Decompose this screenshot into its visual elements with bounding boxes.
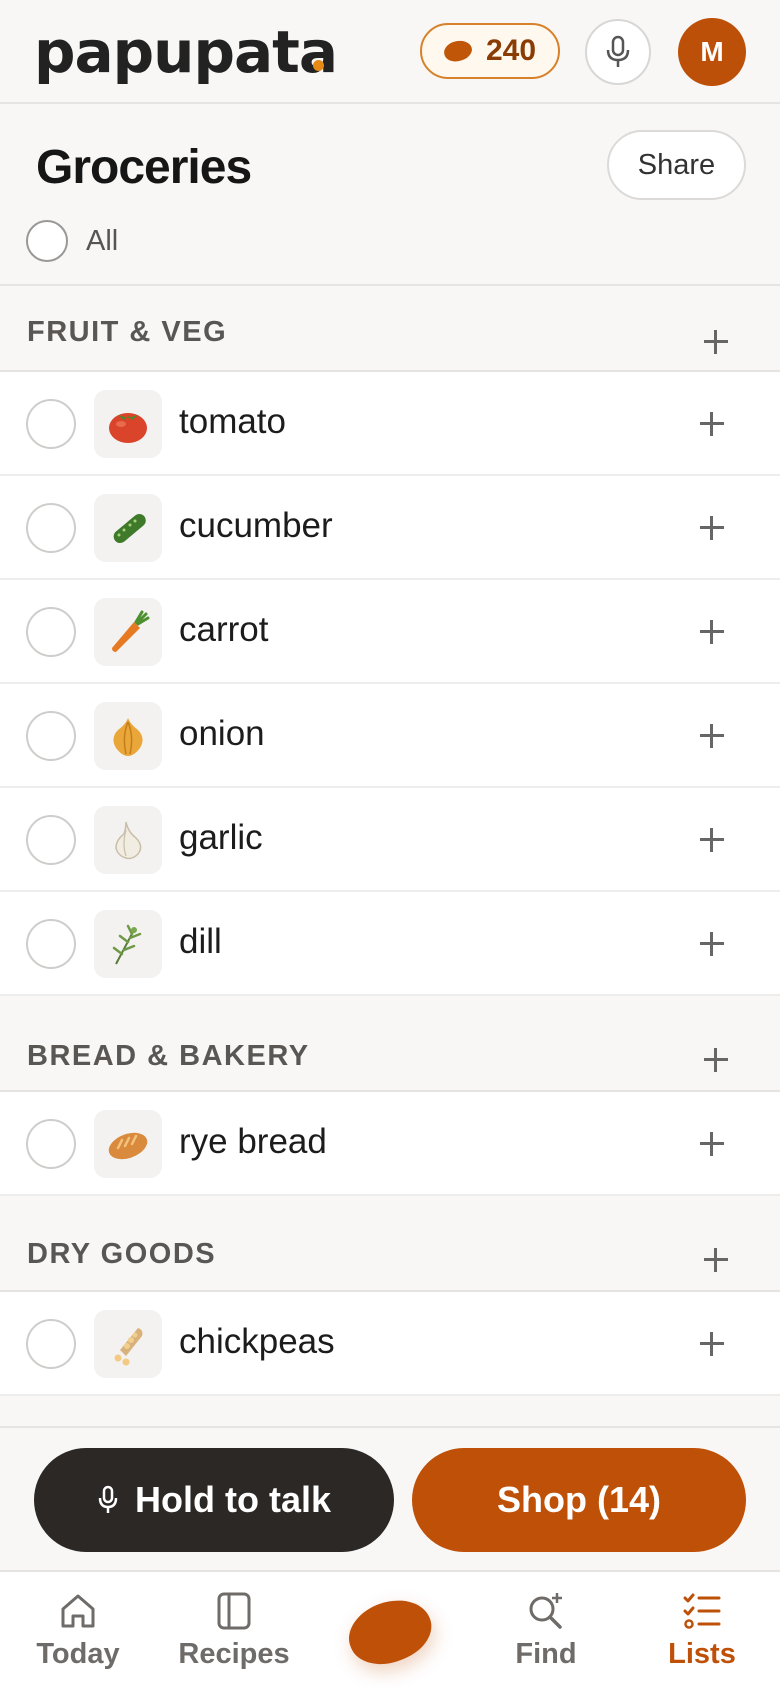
carrot-icon	[94, 598, 162, 666]
item-checkbox[interactable]	[26, 399, 76, 449]
item-checkbox[interactable]	[26, 1319, 76, 1369]
list-item[interactable]: rye bread	[0, 1092, 780, 1196]
bread-icon	[94, 1110, 162, 1178]
book-icon	[217, 1592, 251, 1630]
item-checkbox[interactable]	[26, 503, 76, 553]
next-section-peek	[0, 1396, 780, 1428]
shop-button[interactable]: Shop (14)	[412, 1448, 746, 1552]
bean-icon	[441, 37, 475, 65]
add-to-section-plus-icon[interactable]	[702, 328, 730, 356]
list-item[interactable]: dill	[0, 892, 780, 996]
tomato-icon	[94, 390, 162, 458]
increase-plus-icon[interactable]	[698, 826, 726, 854]
item-checkbox[interactable]	[26, 815, 76, 865]
home-icon	[61, 1594, 95, 1628]
increase-plus-icon[interactable]	[698, 1130, 726, 1158]
item-name: cucumber	[179, 506, 333, 545]
microphone-icon	[98, 1485, 118, 1513]
section-title: FRUIT & VEG	[27, 316, 228, 348]
add-to-section-plus-icon[interactable]	[702, 1046, 730, 1074]
add-to-section-plus-icon[interactable]	[702, 1246, 730, 1274]
list-item[interactable]: onion	[0, 684, 780, 788]
bean-icon[interactable]	[339, 1588, 441, 1676]
page-title: Groceries	[36, 141, 252, 194]
dill-icon	[94, 910, 162, 978]
coins-badge[interactable]: 240	[420, 23, 560, 79]
item-checkbox[interactable]	[26, 1119, 76, 1169]
increase-plus-icon[interactable]	[698, 514, 726, 542]
section-header-bread-bakery: BREAD & BAKERY	[0, 996, 780, 1092]
increase-plus-icon[interactable]	[698, 722, 726, 750]
list-header: Groceries Share All	[0, 104, 780, 286]
onion-icon	[94, 702, 162, 770]
list-item[interactable]: carrot	[0, 580, 780, 684]
tab-lists[interactable]: Lists	[627, 1590, 777, 1671]
item-name: carrot	[179, 610, 269, 649]
section-title: DRY GOODS	[27, 1238, 217, 1270]
avatar[interactable]: M	[678, 18, 746, 86]
checklist-icon	[683, 1593, 721, 1629]
section-header-fruit-veg: FRUIT & VEG	[0, 286, 780, 372]
tab-find[interactable]: Find	[471, 1590, 621, 1671]
section-title: BREAD & BAKERY	[27, 1040, 310, 1072]
logo-dot	[313, 60, 324, 71]
bottom-tab-bar: Today Recipes Find Lists	[0, 1570, 780, 1688]
search-plus-icon	[529, 1593, 562, 1629]
tab-label: Today	[36, 1638, 120, 1670]
increase-plus-icon[interactable]	[698, 930, 726, 958]
item-name: tomato	[179, 402, 286, 441]
tab-recipes[interactable]: Recipes	[159, 1590, 309, 1671]
item-name: chickpeas	[179, 1322, 335, 1361]
item-checkbox[interactable]	[26, 607, 76, 657]
hold-to-talk-label: Hold to talk	[135, 1479, 331, 1520]
tab-label: Lists	[668, 1638, 736, 1670]
increase-plus-icon[interactable]	[698, 1330, 726, 1358]
item-name: onion	[179, 714, 265, 753]
select-all-label: All	[86, 224, 119, 257]
list-item[interactable]: tomato	[0, 372, 780, 476]
hold-to-talk-button[interactable]: Hold to talk	[34, 1448, 394, 1552]
list-item[interactable]: garlic	[0, 788, 780, 892]
voice-button[interactable]	[585, 19, 651, 85]
action-bar: Hold to talk Shop (14)	[0, 1428, 780, 1572]
cucumber-icon	[94, 494, 162, 562]
tab-label: Recipes	[178, 1638, 290, 1670]
chickpeas-icon	[94, 1310, 162, 1378]
select-all-checkbox[interactable]	[26, 220, 68, 262]
list-item[interactable]: cucumber	[0, 476, 780, 580]
item-name: rye bread	[179, 1122, 327, 1161]
section-header-dry-goods: DRY GOODS	[0, 1196, 780, 1292]
item-checkbox[interactable]	[26, 711, 76, 761]
app-header: papupata 240 M	[0, 0, 780, 104]
increase-plus-icon[interactable]	[698, 618, 726, 646]
item-name: dill	[179, 922, 222, 961]
garlic-icon	[94, 806, 162, 874]
item-name: garlic	[179, 818, 263, 857]
select-all[interactable]: All	[26, 220, 118, 262]
app-logo[interactable]: papupata	[34, 18, 338, 86]
increase-plus-icon[interactable]	[698, 410, 726, 438]
share-button[interactable]: Share	[607, 130, 746, 200]
microphone-icon	[606, 35, 630, 67]
list-item[interactable]: chickpeas	[0, 1292, 780, 1396]
item-checkbox[interactable]	[26, 919, 76, 969]
tab-label: Find	[515, 1638, 577, 1670]
tab-today[interactable]: Today	[3, 1590, 153, 1671]
coins-count: 240	[485, 34, 537, 67]
